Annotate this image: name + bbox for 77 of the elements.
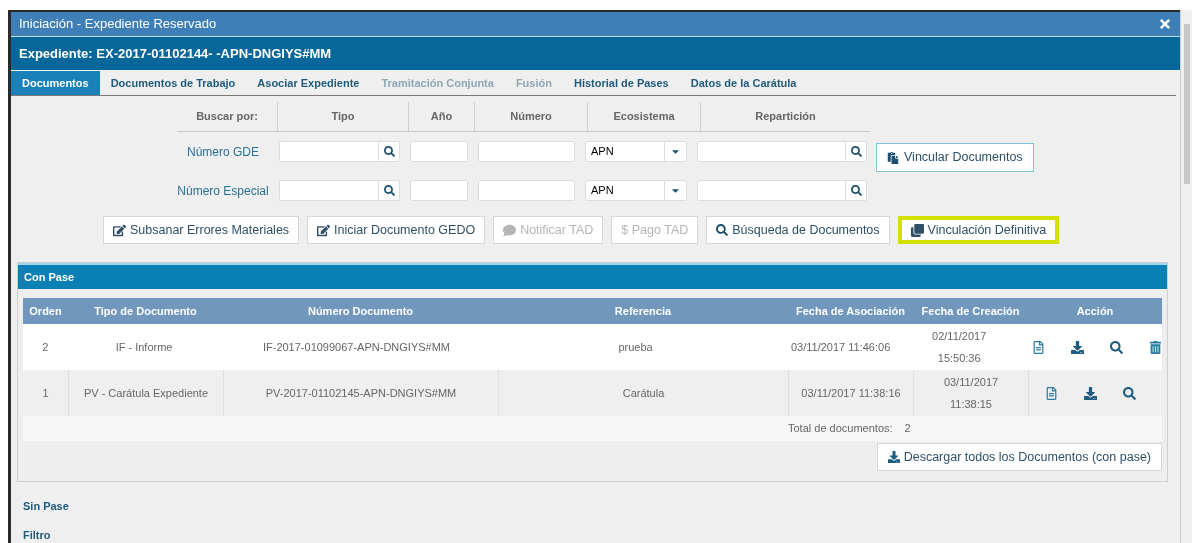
column-header: Fecha de Creación: [920, 303, 1021, 319]
column-header: Ecosistema: [587, 102, 700, 131]
section-link[interactable]: Sin Pase: [23, 498, 1180, 515]
tab[interactable]: Historial de Pases: [562, 71, 680, 95]
download-all-button[interactable]: Descargar todos los Documentos (con pase): [876, 443, 1162, 471]
type-field[interactable]: [279, 141, 400, 162]
total-label: Total de documentos:: [788, 421, 893, 437]
search-row-label: Número GDE: [186, 143, 260, 161]
tab[interactable]: Documentos de Trabajo: [99, 71, 247, 95]
table-cell-text: 15:50:36: [937, 351, 981, 366]
tab[interactable]: Asociar Expediente: [246, 71, 371, 95]
column-header: Tipo: [277, 102, 408, 131]
search-row-label: Número Especial: [177, 182, 269, 200]
window-title: Iniciación - Expediente Reservado: [19, 15, 217, 33]
search-icon: [716, 224, 729, 236]
action-button[interactable]: Subsanar Errores Materiales: [103, 216, 300, 244]
table-cell-text: 02/11/2017: [932, 329, 987, 344]
table-cell-text: prueba: [618, 339, 653, 355]
copy-icon: [910, 223, 924, 237]
table-cell-text: 03/11/2017 11:38:16: [801, 385, 901, 401]
edit-icon: [317, 223, 331, 237]
type-field[interactable]: [279, 180, 400, 201]
clipboard-icon: [887, 151, 899, 164]
section-title: Con Pase: [24, 269, 75, 285]
table-cell-text: IF-2017-01099067-APN-DNGIYS#MM: [262, 339, 450, 355]
action-button[interactable]: Iniciar Documento GEDO: [307, 216, 486, 244]
document-icon[interactable]: [1045, 386, 1058, 400]
section-link[interactable]: Filtro: [23, 526, 1180, 543]
document-icon[interactable]: [1032, 340, 1045, 354]
column-header: Año: [408, 102, 474, 131]
link-documents-button[interactable]: Vincular Documentos: [876, 143, 1034, 172]
number-field[interactable]: [478, 141, 575, 162]
year-field[interactable]: [410, 141, 468, 162]
column-header: Referencia: [613, 303, 673, 319]
column-header: Repartición: [700, 102, 870, 131]
tab[interactable]: Documentos: [11, 71, 100, 95]
download-icon[interactable]: [1084, 386, 1097, 400]
column-header: Fecha de Asociación: [795, 303, 906, 319]
column-header: Orden: [28, 303, 63, 319]
trash-icon[interactable]: [1149, 340, 1162, 354]
department-field[interactable]: [697, 141, 867, 162]
scrollbar[interactable]: [1180, 10, 1192, 543]
close-icon[interactable]: [1158, 16, 1172, 31]
table-cell-text: PV-2017-01102145-APN-DNGIYS#MM: [265, 385, 457, 401]
search-icon: [383, 146, 395, 157]
table-cell-text: 03/11/2017 11:46:06: [790, 339, 891, 355]
search-icon: [383, 185, 395, 196]
table-cell-text: 11:38:15: [950, 397, 992, 412]
table-cell-text: 1: [42, 385, 49, 401]
department-field[interactable]: [697, 180, 867, 201]
download-icon[interactable]: [1071, 340, 1084, 354]
column-header: Acción: [1075, 303, 1115, 319]
speech-bubble-icon: [503, 223, 517, 237]
table-cell-text: 2: [42, 339, 49, 355]
total-count: 2: [904, 421, 911, 437]
search-icon[interactable]: [1123, 386, 1136, 400]
search-icon: [850, 185, 862, 196]
search-icon: [850, 146, 862, 157]
column-header: Tipo de Documento: [93, 303, 198, 319]
ecosystem-select[interactable]: APN: [585, 141, 687, 162]
year-field[interactable]: [410, 180, 468, 201]
download-icon: [887, 451, 900, 463]
ecosystem-select[interactable]: APN: [585, 180, 687, 201]
action-button[interactable]: Vinculación Definitiva: [897, 216, 1060, 244]
table-cell-text: Carátula: [622, 385, 665, 401]
number-field[interactable]: [478, 180, 575, 201]
action-button[interactable]: Búsqueda de Documentos: [706, 216, 890, 244]
column-header: Buscar por:: [195, 109, 259, 125]
table-cell-text: PV - Carátula Expediente: [83, 385, 209, 401]
search-icon[interactable]: [1110, 340, 1123, 354]
column-header: Número: [474, 102, 587, 131]
edit-icon: [113, 223, 126, 237]
table-cell-text: 03/11/2017: [943, 375, 999, 390]
table-cell-text: IF - Informe: [115, 339, 173, 355]
expediente-title: Expediente: EX-2017-01102144- -APN-DNGIYS#MM: [19, 44, 332, 63]
tab[interactable]: Datos de la Carátula: [679, 71, 808, 95]
column-header: Número Documento: [306, 303, 415, 319]
